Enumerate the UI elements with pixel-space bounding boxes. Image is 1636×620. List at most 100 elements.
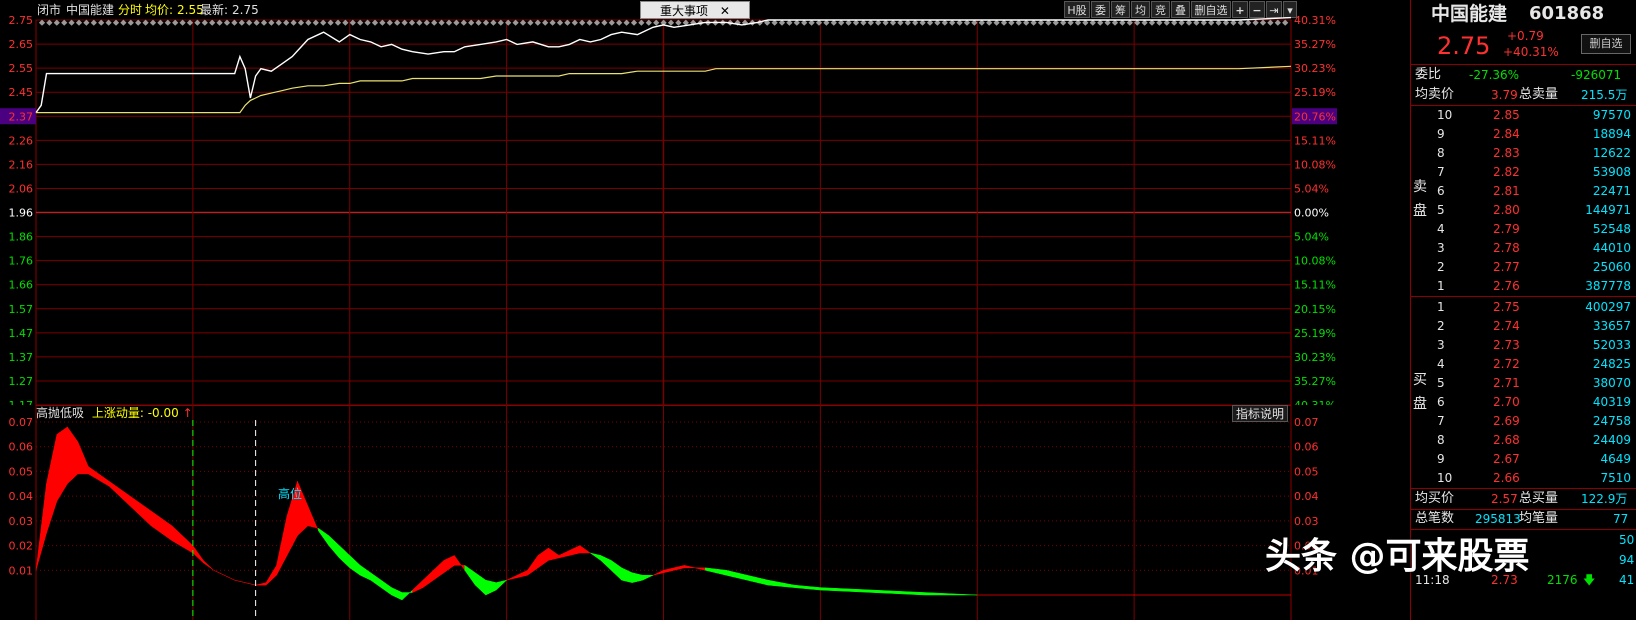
sell-level-row[interactable]: 3 2.78 44010 <box>1411 239 1635 257</box>
pct-tick-label: 0.00% <box>1294 207 1329 220</box>
sell-level-row[interactable]: 7 2.82 53908 <box>1411 163 1635 181</box>
momentum-band <box>88 466 110 487</box>
event-marker <box>112 19 120 26</box>
event-marker <box>564 19 571 26</box>
buy-level-row[interactable]: 7 2.69 24758 <box>1411 412 1635 430</box>
remove-watchlist-panel-button[interactable]: 删自选 <box>1581 34 1631 54</box>
event-marker <box>653 19 660 26</box>
sell-price: 2.78 <box>1493 241 1520 255</box>
momentum-band <box>276 515 288 576</box>
buy-level: 4 <box>1437 357 1445 371</box>
event-marker <box>268 19 275 26</box>
sell-level-row[interactable]: 4 2.79 52548 <box>1411 220 1635 238</box>
sell-level-row[interactable]: 1 2.76 387778 <box>1411 277 1635 295</box>
buy-price: 2.74 <box>1493 319 1520 333</box>
sell-level-row[interactable]: 9 2.84 18894 <box>1411 125 1635 143</box>
order-ratio-value: -27.36% <box>1469 68 1520 82</box>
buy-volume: 40319 <box>1592 395 1631 409</box>
partial-tick-value: 94 <box>1619 553 1635 567</box>
buy-level-row[interactable]: 10 2.66 7510 <box>1411 469 1635 487</box>
buy-level-row[interactable]: 1 2.75 400297 <box>1411 298 1635 316</box>
buy-level: 6 <box>1437 395 1445 409</box>
buy-level-row[interactable]: 9 2.67 4649 <box>1411 450 1635 468</box>
momentum-band <box>56 426 68 502</box>
event-marker <box>630 19 638 26</box>
avg-deal-value: 77 <box>1613 512 1629 526</box>
event-marker <box>527 19 534 26</box>
pct-tick-label: 35.27% <box>1294 375 1336 388</box>
indicator-title: 高抛低吸 <box>36 406 85 420</box>
order-ratio-row: 委比 -27.36% -926071 <box>1411 66 1635 84</box>
event-marker <box>475 19 482 26</box>
event-marker <box>327 19 334 26</box>
pct-tick-label: 25.19% <box>1294 327 1336 340</box>
momentum-band <box>590 552 601 561</box>
momentum-band <box>621 567 633 583</box>
buy-level: 7 <box>1437 414 1445 428</box>
momentum-band <box>746 574 769 586</box>
momentum-band <box>642 574 654 581</box>
momentum-band <box>318 527 330 547</box>
event-marker <box>460 19 467 26</box>
buy-volume: 38070 <box>1592 376 1631 390</box>
buy-level-row[interactable]: 4 2.72 24825 <box>1411 355 1635 373</box>
indicator-explain-button[interactable]: 指标说明 <box>1232 405 1288 422</box>
event-marker <box>505 19 512 26</box>
buy-price: 2.68 <box>1493 433 1520 447</box>
event-marker <box>645 19 652 26</box>
buy-level-row[interactable]: 2 2.74 33657 <box>1411 317 1635 335</box>
buy-volume: 24409 <box>1592 433 1631 447</box>
event-marker <box>46 19 53 26</box>
event-marker <box>586 19 593 26</box>
sell-level-row[interactable]: 6 2.81 22471 <box>1411 182 1635 200</box>
event-marker <box>253 19 260 26</box>
event-marker <box>1259 19 1267 26</box>
sell-level-row[interactable]: 8 2.83 12622 <box>1411 144 1635 162</box>
event-marker <box>1252 19 1259 26</box>
momentum-band <box>767 579 795 588</box>
pct-tick-label: 25.19% <box>1294 86 1336 99</box>
quote-stock-name: 中国能建 <box>1431 3 1508 25</box>
event-marker <box>608 19 615 26</box>
buy-level: 5 <box>1437 376 1445 390</box>
divider <box>1411 296 1636 297</box>
sell-level-row[interactable]: 2 2.77 25060 <box>1411 258 1635 276</box>
momentum-band <box>600 555 612 571</box>
event-marker <box>186 19 194 26</box>
momentum-band <box>495 579 508 591</box>
buy-level-row[interactable]: 5 2.71 38070 <box>1411 374 1635 392</box>
indicator-tick-label: 0.07 <box>1294 416 1319 429</box>
indicator-tick-label: 0.02 <box>9 540 34 553</box>
deals-value: 295813 <box>1475 512 1521 526</box>
intraday-price-chart[interactable]: 2.75 40.31% 2.65 35.27% 2.55 30.23% 2.45 25.19%… <box>0 0 1410 405</box>
pct-tick-label: 20.15% <box>1294 303 1336 316</box>
momentum-band <box>569 545 581 556</box>
buy-level: 1 <box>1437 300 1445 314</box>
event-marker <box>438 19 445 26</box>
event-marker <box>157 19 164 26</box>
event-marker <box>38 19 46 26</box>
buy-price: 2.71 <box>1493 376 1520 390</box>
event-marker <box>90 19 97 26</box>
buy-level-row[interactable]: 8 2.68 24409 <box>1411 431 1635 449</box>
price-tick-label: 2.16 <box>9 158 34 171</box>
momentum-band <box>255 582 267 586</box>
pct-tick-label: 5.04% <box>1294 182 1329 195</box>
event-marker <box>445 19 453 26</box>
price-tick-label: 2.26 <box>9 134 34 147</box>
event-marker <box>431 19 438 26</box>
momentum-band <box>558 550 570 559</box>
buy-level-row[interactable]: 6 2.70 40319 <box>1411 393 1635 411</box>
price-tick-label: 1.27 <box>9 375 34 388</box>
sell-level-row[interactable]: 10 2.85 97570 <box>1411 106 1635 124</box>
sell-level-row[interactable]: 5 2.80 144971 <box>1411 201 1635 219</box>
indicator-chart[interactable]: 0.07 0.07 0.06 0.06 0.05 0.05 0.04 0.04 0.03 0.03… <box>0 405 1410 620</box>
pct-tick-label: 30.23% <box>1294 62 1336 75</box>
pct-tick-label: 40.31% <box>1294 14 1336 27</box>
indicator-tick-label: 0.04 <box>9 490 34 503</box>
event-marker <box>579 19 586 26</box>
order-diff-value: -926071 <box>1571 68 1622 82</box>
momentum-band <box>793 584 821 591</box>
buy-level-row[interactable]: 3 2.73 52033 <box>1411 336 1635 354</box>
sell-level: 8 <box>1437 146 1445 160</box>
